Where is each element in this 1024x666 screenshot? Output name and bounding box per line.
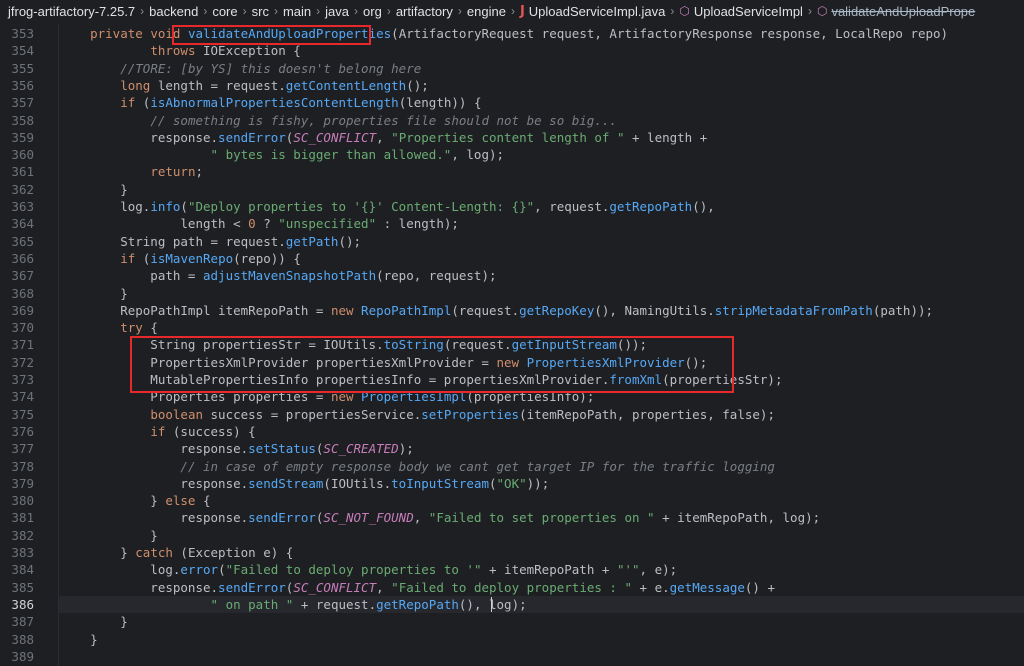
breadcrumb-item-main[interactable]: main: [283, 4, 311, 19]
breadcrumb-item-backend[interactable]: backend: [149, 4, 198, 19]
breadcrumb-item-method[interactable]: validateAndUploadPrope: [831, 4, 975, 19]
code-line[interactable]: if (success) {: [60, 423, 255, 440]
line-number[interactable]: 353: [0, 25, 34, 42]
chevron-right-icon: ›: [140, 4, 145, 18]
breadcrumb: jfrog-artifactory-7.25.7 › backend › cor…: [0, 0, 1024, 22]
code-line[interactable]: }: [60, 631, 98, 648]
code-line[interactable]: }: [60, 613, 128, 630]
line-number[interactable]: 375: [0, 406, 34, 423]
chevron-right-icon: ›: [386, 4, 391, 18]
code-line[interactable]: log.error("Failed to deploy properties t…: [60, 561, 677, 578]
line-number[interactable]: 388: [0, 631, 34, 648]
breadcrumb-item-src[interactable]: src: [252, 4, 269, 19]
code-line[interactable]: // in case of empty response body we can…: [60, 458, 775, 475]
code-line[interactable]: response.sendError(SC_CONFLICT, "Propert…: [60, 129, 707, 146]
code-line[interactable]: response.setStatus(SC_CREATED);: [60, 440, 413, 457]
highlight-box-properties-parsing: [130, 336, 734, 393]
line-number[interactable]: 382: [0, 527, 34, 544]
code-line[interactable]: } catch (Exception e) {: [60, 544, 293, 561]
code-line[interactable]: try {: [60, 319, 158, 336]
code-line[interactable]: RepoPathImpl itemRepoPath = new RepoPath…: [60, 302, 933, 319]
code-line[interactable]: length < 0 ? "unspecified" : length);: [60, 215, 459, 232]
line-number[interactable]: 366: [0, 250, 34, 267]
line-number[interactable]: 354: [0, 42, 34, 59]
class-icon: ⬡: [679, 4, 690, 18]
line-number[interactable]: 364: [0, 215, 34, 232]
code-line[interactable]: " bytes is bigger than allowed.", log);: [60, 146, 505, 163]
line-number[interactable]: 361: [0, 163, 34, 180]
method-icon: ⬡: [816, 4, 828, 18]
breadcrumb-item-engine[interactable]: engine: [467, 4, 506, 19]
line-number[interactable]: 360: [0, 146, 34, 163]
breadcrumb-item-org[interactable]: org: [363, 4, 382, 19]
code-line[interactable]: " on path " + request.getRepoPath(), log…: [60, 596, 527, 613]
line-number[interactable]: 385: [0, 579, 34, 596]
chevron-right-icon: ›: [807, 4, 812, 18]
text-caret: [491, 596, 492, 612]
code-line[interactable]: } else {: [60, 492, 210, 509]
line-number[interactable]: 378: [0, 458, 34, 475]
code-line[interactable]: }: [60, 181, 128, 198]
code-line[interactable]: response.sendError(SC_NOT_FOUND, "Failed…: [60, 509, 820, 526]
line-number[interactable]: 369: [0, 302, 34, 319]
line-number[interactable]: 356: [0, 77, 34, 94]
code-line[interactable]: response.sendError(SC_CONFLICT, "Failed …: [60, 579, 775, 596]
breadcrumb-item-project[interactable]: jfrog-artifactory-7.25.7: [8, 4, 135, 19]
line-number[interactable]: 365: [0, 233, 34, 250]
code-line[interactable]: if (isAbnormalPropertiesContentLength(le…: [60, 94, 481, 111]
chevron-right-icon: ›: [273, 4, 278, 18]
line-number[interactable]: 358: [0, 112, 34, 129]
chevron-right-icon: ›: [510, 4, 515, 18]
code-line[interactable]: //TORE: [by YS] this doesn't belong here: [60, 60, 421, 77]
highlight-box-method-name: [172, 25, 371, 45]
code-line[interactable]: log.info("Deploy properties to '{}' Cont…: [60, 198, 715, 215]
java-file-icon: J: [519, 3, 525, 19]
chevron-right-icon: ›: [354, 4, 359, 18]
line-number[interactable]: 389: [0, 648, 34, 665]
code-editor[interactable]: 353 354 355 356 357 358 359 360 361 362 363 364 365 3…: [0, 24, 1024, 666]
breadcrumb-item-file[interactable]: UploadServiceImpl.java: [529, 4, 666, 19]
line-number[interactable]: 379: [0, 475, 34, 492]
line-number[interactable]: 373: [0, 371, 34, 388]
line-number[interactable]: 357: [0, 94, 34, 111]
chevron-right-icon: ›: [670, 4, 675, 18]
line-number[interactable]: 368: [0, 285, 34, 302]
line-number[interactable]: 362: [0, 181, 34, 198]
code-line[interactable]: path = adjustMavenSnapshotPath(repo, req…: [60, 267, 496, 284]
chevron-right-icon: ›: [457, 4, 462, 18]
line-number[interactable]: 371: [0, 336, 34, 353]
line-number[interactable]: 372: [0, 354, 34, 371]
code-line[interactable]: }: [60, 527, 158, 544]
line-number[interactable]: 387: [0, 613, 34, 630]
breadcrumb-item-java[interactable]: java: [325, 4, 349, 19]
code-line[interactable]: return;: [60, 163, 203, 180]
line-number[interactable]: 377: [0, 440, 34, 457]
line-number[interactable]: 380: [0, 492, 34, 509]
line-number[interactable]: 363: [0, 198, 34, 215]
line-number[interactable]: 359: [0, 129, 34, 146]
chevron-right-icon: ›: [203, 4, 208, 18]
line-number[interactable]: 374: [0, 388, 34, 405]
code-line[interactable]: long length = request.getContentLength()…: [60, 77, 429, 94]
line-number[interactable]: 383: [0, 544, 34, 561]
line-number[interactable]: 381: [0, 509, 34, 526]
line-number[interactable]: 386: [0, 596, 34, 613]
code-line[interactable]: }: [60, 285, 128, 302]
breadcrumb-item-core[interactable]: core: [212, 4, 237, 19]
line-number[interactable]: 355: [0, 60, 34, 77]
code-line[interactable]: // something is fishy, properties file s…: [60, 112, 617, 129]
code-line[interactable]: boolean success = propertiesService.setP…: [60, 406, 775, 423]
breadcrumb-item-artifactory[interactable]: artifactory: [396, 4, 453, 19]
line-number-gutter[interactable]: 353 354 355 356 357 358 359 360 361 362 363 364 365 3…: [0, 24, 59, 666]
line-number[interactable]: 370: [0, 319, 34, 336]
code-line[interactable]: response.sendStream(IOUtils.toInputStrea…: [60, 475, 549, 492]
chevron-right-icon: ›: [242, 4, 247, 18]
code-line[interactable]: String path = request.getPath();: [60, 233, 361, 250]
line-number[interactable]: 384: [0, 561, 34, 578]
line-number[interactable]: 376: [0, 423, 34, 440]
breadcrumb-item-class[interactable]: UploadServiceImpl: [694, 4, 803, 19]
chevron-right-icon: ›: [316, 4, 321, 18]
code-line[interactable]: if (isMavenRepo(repo)) {: [60, 250, 301, 267]
line-number[interactable]: 367: [0, 267, 34, 284]
